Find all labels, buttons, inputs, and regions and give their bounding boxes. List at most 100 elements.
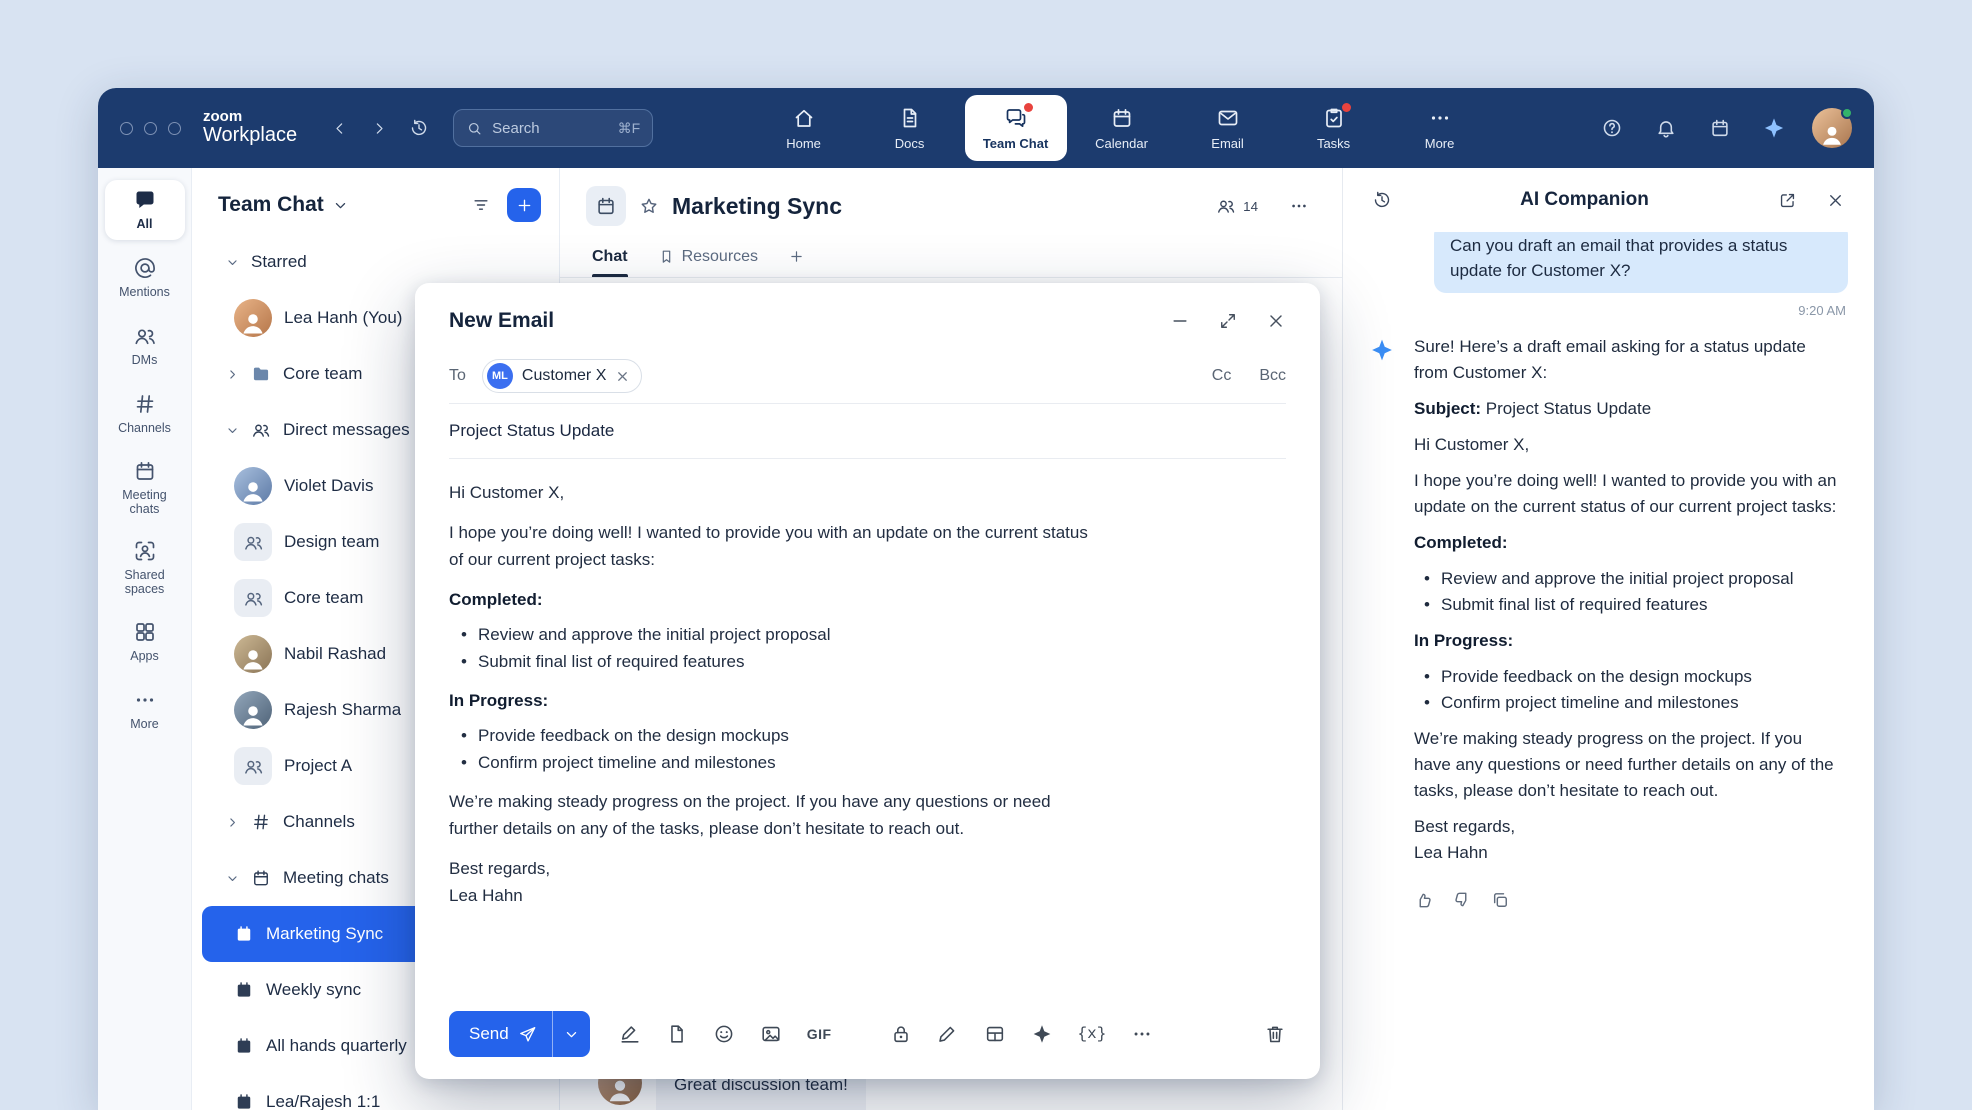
ai-signoff: Best regards,Lea Hahn	[1414, 814, 1842, 866]
minimize-button[interactable]	[1170, 311, 1190, 331]
members-button[interactable]: 14	[1216, 189, 1258, 223]
nav-tasks[interactable]: Tasks	[1283, 95, 1385, 161]
group-avatar	[234, 747, 272, 785]
sidebar-section-starred[interactable]: Starred	[202, 234, 549, 290]
favorite-button[interactable]	[639, 196, 659, 216]
avatar	[234, 635, 272, 673]
person-icon	[239, 309, 267, 337]
insert-image-button[interactable]	[760, 1023, 782, 1045]
to-field[interactable]: To ML Customer X Cc Bcc	[449, 349, 1286, 404]
forward-button[interactable]	[363, 111, 395, 145]
people-icon	[243, 756, 264, 777]
sparkle-icon	[1762, 116, 1786, 140]
send-options-button[interactable]	[552, 1011, 590, 1057]
expand-icon	[1218, 311, 1238, 331]
logo-zoom-text: zoom	[203, 109, 297, 125]
pop-out-button[interactable]	[1770, 183, 1804, 217]
close-ai-panel-button[interactable]	[1818, 183, 1852, 217]
email-signoff: Best regards,Lea Hahn	[449, 855, 1089, 909]
ai-sparkle-icon	[1369, 334, 1399, 876]
new-chat-button[interactable]	[507, 188, 541, 222]
chevron-right-icon	[226, 368, 239, 381]
group-avatar	[234, 579, 272, 617]
back-button[interactable]	[323, 111, 355, 145]
list-item: Confirm project timeline and milestones	[1424, 690, 1842, 716]
draw-button[interactable]	[937, 1023, 959, 1045]
minus-icon	[1170, 311, 1190, 331]
ai-completed-heading: Completed:	[1414, 530, 1842, 556]
cc-button[interactable]: Cc	[1212, 367, 1232, 385]
expand-button[interactable]	[1218, 311, 1238, 331]
ai-companion-button[interactable]	[1758, 111, 1790, 145]
rail-item-more[interactable]: More	[105, 680, 185, 740]
rail-item-channels[interactable]: Channels	[105, 384, 185, 444]
email-closing: We’re making steady progress on the proj…	[449, 788, 1089, 842]
send-plane-icon	[518, 1025, 537, 1044]
rail-item-all[interactable]: All	[105, 180, 185, 240]
remove-recipient-icon[interactable]	[615, 369, 630, 384]
window-close-button[interactable]	[120, 122, 133, 135]
nav-docs[interactable]: Docs	[859, 95, 961, 161]
window-zoom-button[interactable]	[168, 122, 181, 135]
avatar	[234, 691, 272, 729]
recipient-avatar: ML	[487, 363, 513, 389]
home-icon	[792, 106, 816, 130]
add-tab-button[interactable]	[788, 236, 805, 277]
gif-button[interactable]: GIF	[807, 1026, 832, 1042]
person-icon	[239, 477, 267, 505]
copy-button[interactable]	[1490, 890, 1510, 910]
thumbs-down-button[interactable]	[1452, 890, 1472, 910]
rail-item-apps[interactable]: Apps	[105, 612, 185, 672]
send-button[interactable]: Send	[449, 1011, 552, 1057]
ai-companion-panel: AI Companion Can you draft an email that…	[1342, 168, 1874, 1110]
list-item: Review and approve the initial project p…	[1424, 566, 1842, 592]
nav-calendar[interactable]: Calendar	[1071, 95, 1173, 161]
compose-toolbar: Send GIF {x}	[449, 997, 1286, 1079]
thumbs-up-button[interactable]	[1414, 890, 1434, 910]
email-body-editor[interactable]: Hi Customer X, I hope you’re doing well!…	[449, 459, 1286, 997]
window-controls[interactable]	[120, 122, 181, 135]
ai-compose-button[interactable]	[1031, 1023, 1053, 1045]
calendar-icon	[133, 459, 157, 483]
rail-item-meeting-chats[interactable]: Meeting chats	[105, 452, 185, 524]
tab-resources[interactable]: Resources	[658, 236, 758, 277]
close-modal-button[interactable]	[1266, 311, 1286, 331]
rail-item-mentions[interactable]: Mentions	[105, 248, 185, 308]
list-item: Provide feedback on the design mockups	[1424, 664, 1842, 690]
recipient-chip[interactable]: ML Customer X	[482, 359, 642, 393]
signature-button[interactable]	[619, 1023, 641, 1045]
email-completed-list: Review and approve the initial project p…	[449, 621, 1286, 675]
layout-button[interactable]	[984, 1023, 1006, 1045]
rail-item-dms[interactable]: DMs	[105, 316, 185, 376]
meeting-chat-icon	[234, 1036, 254, 1056]
window-minimize-button[interactable]	[144, 122, 157, 135]
nav-email[interactable]: Email	[1177, 95, 1279, 161]
nav-more[interactable]: More	[1389, 95, 1491, 161]
more-icon	[1131, 1023, 1153, 1045]
history-button[interactable]	[403, 111, 435, 145]
ai-history-button[interactable]	[1365, 183, 1399, 217]
discard-draft-button[interactable]	[1264, 1023, 1286, 1045]
variables-button[interactable]: {x}	[1078, 1025, 1107, 1043]
toolbar-more-button[interactable]	[1131, 1023, 1153, 1045]
sparkle-icon	[1031, 1023, 1053, 1045]
pencil-icon	[937, 1023, 959, 1045]
notifications-button[interactable]	[1650, 111, 1682, 145]
help-button[interactable]	[1596, 111, 1628, 145]
user-avatar[interactable]	[1812, 108, 1852, 148]
search-input[interactable]: Search ⌘F	[453, 109, 653, 147]
encrypt-button[interactable]	[890, 1023, 912, 1045]
tab-chat[interactable]: Chat	[592, 236, 628, 277]
sidebar-item-lea-rajesh-1-1[interactable]: Lea/Rajesh 1:1	[202, 1074, 549, 1110]
rail-item-shared-spaces[interactable]: Shared spaces	[105, 532, 185, 604]
subject-field[interactable]: Project Status Update	[449, 404, 1286, 459]
nav-home[interactable]: Home	[753, 95, 855, 161]
template-button[interactable]	[666, 1023, 688, 1045]
filter-button[interactable]	[464, 188, 498, 222]
chat-more-button[interactable]	[1282, 189, 1316, 223]
schedule-button[interactable]	[1704, 111, 1736, 145]
nav-team-chat[interactable]: Team Chat	[965, 95, 1067, 161]
bcc-button[interactable]: Bcc	[1259, 367, 1286, 385]
chevron-down-icon[interactable]	[333, 198, 348, 213]
emoji-button[interactable]	[713, 1023, 735, 1045]
